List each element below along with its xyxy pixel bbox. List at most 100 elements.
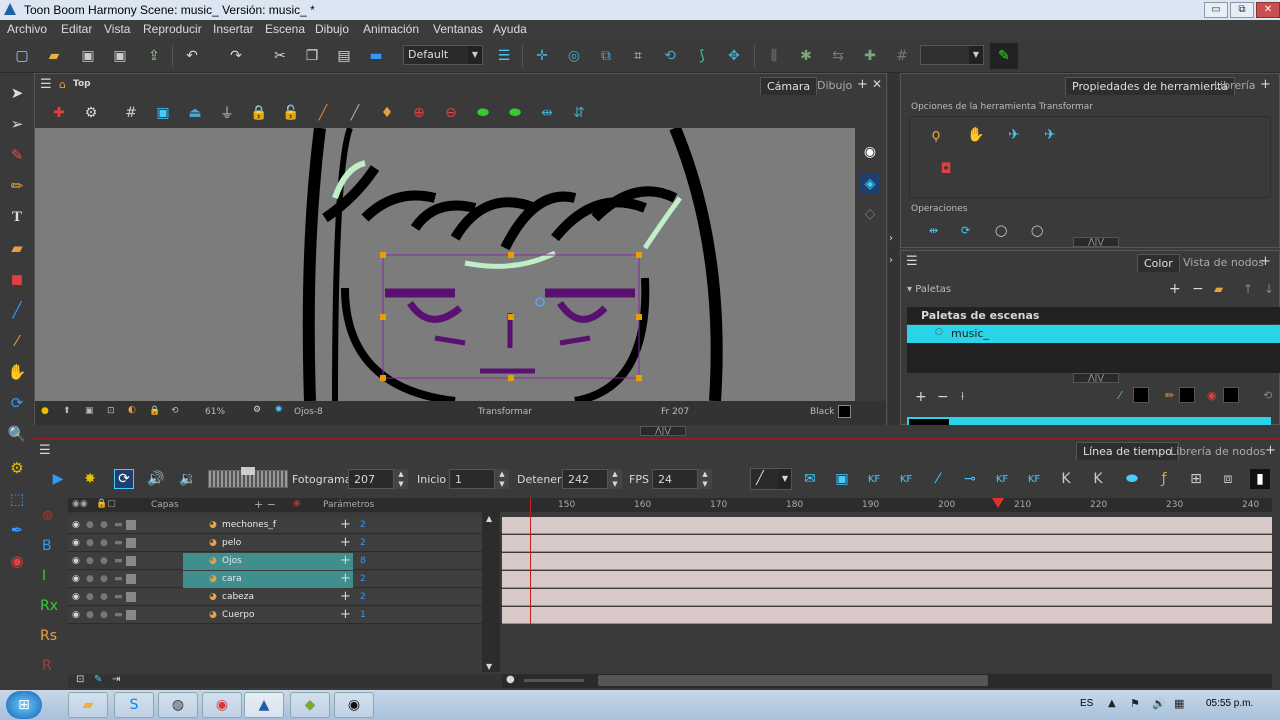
playhead-marker[interactable] (992, 498, 1004, 508)
layer-row[interactable]: ◉ ● ● ▬ ◕ Cuerpo +1 (68, 607, 502, 624)
splitter-handle[interactable]: ⋀|⋁ (1073, 373, 1119, 383)
extend-exposure-icon[interactable]: ⊞ (1186, 469, 1206, 489)
line-thickness-icon[interactable]: ╱ (313, 103, 333, 123)
menu-animacion[interactable]: Animación (363, 22, 419, 36)
visibility-all-icon[interactable]: ◉◉ (72, 499, 88, 509)
layer-visibility-icon[interactable]: ◉ (72, 556, 80, 566)
bounding-box-icon[interactable]: ◘ (936, 159, 956, 179)
layer-color-box[interactable] (126, 538, 136, 548)
layer-name-cell[interactable]: ◕ Ojos (183, 553, 353, 570)
layer-onion-icon[interactable]: ● (100, 538, 108, 548)
peg-remove-icon[interactable]: ⊖ (441, 103, 461, 123)
layer-visibility-icon[interactable]: ◉ (72, 610, 80, 620)
field-guide-icon[interactable]: ⏏ (185, 103, 205, 123)
transform-icon[interactable]: ⌗ (628, 46, 648, 66)
layer-visibility-icon[interactable]: ◉ (72, 538, 80, 548)
grid-toggle-icon[interactable]: # (121, 103, 141, 123)
status-icon-2[interactable]: ⬆ (63, 406, 71, 416)
layers-off-icon[interactable]: ◇ (860, 204, 880, 224)
move-down-icon[interactable]: ↓ (1264, 282, 1274, 296)
frame-field[interactable]: 207 (348, 469, 394, 489)
play-selection-icon[interactable]: ✸ (80, 469, 100, 489)
sound-scrub-icon[interactable]: 🔉 (178, 469, 198, 489)
frame-row[interactable] (502, 589, 1272, 606)
layer-name-cell[interactable]: ◕ cabeza (183, 589, 353, 606)
prev-keyframe-icon[interactable]: KF (992, 469, 1012, 489)
tray-volume-icon[interactable]: 🔊 (1152, 697, 1166, 710)
layer-lock-icon[interactable]: ▬ (114, 538, 123, 548)
loop-icon[interactable]: ⟳ (114, 469, 134, 489)
layer-color-box[interactable] (126, 592, 136, 602)
restore-button[interactable]: ⧉ (1230, 2, 1254, 18)
layer-solo-icon[interactable]: ● (86, 574, 94, 584)
toonboom-taskbar-icon[interactable]: ▲ (244, 692, 284, 718)
status-lock-icon[interactable]: 🔒 (149, 406, 160, 416)
frames-hscrollbar[interactable]: ● (502, 674, 1272, 688)
save-as-icon[interactable]: ▣ (110, 46, 130, 66)
zoom-slider-track[interactable] (524, 679, 584, 682)
color-row-black[interactable] (907, 417, 1271, 425)
close-view-icon[interactable]: ✕ (872, 77, 882, 91)
copy-icon[interactable]: ❐ (302, 46, 322, 66)
palettes-toggle[interactable]: ▾ Paletas (907, 284, 951, 295)
delete-frame-icon[interactable]: K (1088, 469, 1108, 489)
select-tool-icon[interactable]: ➤ (6, 82, 28, 104)
panel-menu-icon[interactable]: ☰ (906, 254, 918, 269)
menu-reproducir[interactable]: Reproducir (143, 22, 202, 36)
pencil-icon[interactable]: ✏ (1165, 389, 1174, 402)
layer-lock-icon[interactable]: ▬ (114, 520, 123, 530)
layer-color-box[interactable] (126, 574, 136, 584)
workspace-manager-icon[interactable]: ☰ (494, 46, 514, 66)
eye-icon[interactable]: ◉ (860, 142, 880, 162)
paste-icon[interactable]: ▤ (334, 46, 354, 66)
palette-row-music[interactable]: ○ music_ (907, 325, 1280, 343)
status-icon-4[interactable]: ⊡ (107, 406, 115, 416)
layer-green-add-icon[interactable]: ⬬ (505, 103, 525, 123)
flip-icon[interactable]: ⇆ (828, 46, 848, 66)
move-up-icon[interactable]: ↑ (1243, 282, 1253, 296)
link-icon[interactable]: ⟲ (1263, 389, 1272, 402)
motion-path-icon[interactable]: ⁄ (928, 469, 948, 489)
contour-editor-icon[interactable]: ➢ (6, 113, 28, 135)
redo-icon[interactable]: ↷ (226, 46, 246, 66)
panel-splitter[interactable]: › › (888, 73, 899, 425)
layer-color-box[interactable] (126, 610, 136, 620)
stop-field[interactable]: 242 (562, 469, 608, 489)
layer-solo-icon[interactable]: ● (86, 520, 94, 530)
status-icon-5[interactable]: ◐ (128, 405, 136, 415)
layer-visibility-icon[interactable]: ◉ (72, 592, 80, 602)
reposition-icon[interactable]: ✥ (724, 46, 744, 66)
home-icon[interactable]: ⌂ (59, 78, 66, 91)
op-rotate-90-icon[interactable]: ◯ (995, 224, 1007, 237)
drawing-key-icon[interactable]: ▣ (832, 469, 852, 489)
timeline-options-icon[interactable]: ▮ (1250, 469, 1270, 489)
line-tool-icon[interactable]: ╱ (6, 299, 28, 321)
frame-ruler[interactable]: 150 160 170 180 190 200 210 220 230 240 (502, 498, 1272, 512)
layer-lock-icon[interactable]: ▬ (114, 592, 123, 602)
dropper-tool-icon[interactable]: ⁄ (6, 330, 28, 352)
line-color-swatch[interactable] (1133, 387, 1149, 403)
flip-v-icon[interactable]: ⇵ (569, 103, 589, 123)
lightbox-icon[interactable]: ▬ (366, 46, 386, 66)
chevron-right-icon[interactable]: › (889, 233, 893, 244)
tab-library[interactable]: Librería (1208, 77, 1262, 95)
paint-tool-icon[interactable]: ◼ (6, 268, 28, 290)
menu-editar[interactable]: Editar (61, 22, 92, 36)
layer-add-icon[interactable]: + (340, 589, 351, 604)
add-view-icon[interactable]: + (1260, 77, 1271, 92)
add-palette-icon[interactable]: + (1169, 281, 1181, 297)
status-gear-blue-icon[interactable]: ✺ (275, 405, 283, 415)
language-indicator[interactable]: ES (1080, 698, 1093, 709)
zoom-tool-icon[interactable]: 🔍 (6, 423, 28, 445)
add-peg-icon[interactable]: ⊕ (293, 499, 301, 509)
insert-frame-icon[interactable]: K (1056, 469, 1076, 489)
add-layer-icon[interactable]: + − (254, 498, 276, 511)
breadcrumb[interactable]: Top (73, 79, 91, 89)
tab-camara[interactable]: Cámara (760, 77, 818, 95)
media-taskbar-icon[interactable]: ◉ (334, 692, 374, 718)
tab-node-view[interactable]: Vista de nodos (1177, 254, 1270, 272)
layer-onion-icon[interactable]: ● (100, 610, 108, 620)
texture-icon[interactable]: ⟊ (961, 389, 964, 404)
tab-node-library[interactable]: Librería de nodos (1164, 443, 1271, 461)
frame-row[interactable] (502, 535, 1272, 552)
